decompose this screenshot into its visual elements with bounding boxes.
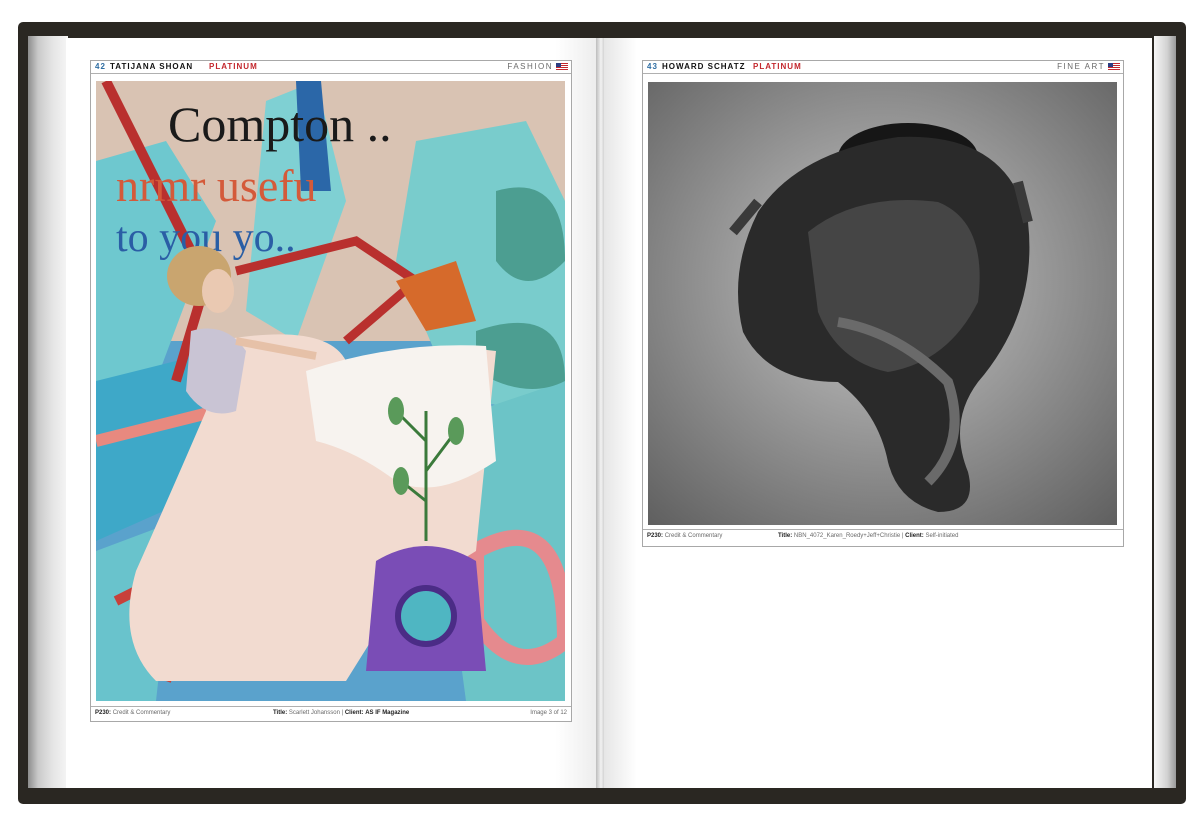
left-page: 42 TATIJANA SHOAN PLATINUM FASHION Compt… xyxy=(66,38,598,788)
image-count: Image 3 of 12 xyxy=(530,710,567,716)
left-page-header: 42 TATIJANA SHOAN PLATINUM FASHION xyxy=(91,61,571,74)
title-client: Title: NBN_4072_Karen_Roedy+Jeff+Christi… xyxy=(778,533,959,539)
credit-commentary: P230: Credit & Commentary xyxy=(95,710,171,716)
artist-name: TATIJANA SHOAN xyxy=(110,62,194,71)
artist-name: HOWARD SCHATZ xyxy=(662,62,746,71)
us-flag-icon xyxy=(556,63,568,70)
overlay-text-line2: nrmr usefu xyxy=(116,160,317,211)
page-number: 42 xyxy=(95,62,106,71)
us-flag-icon xyxy=(1108,63,1120,70)
collage-artwork-svg: Compton .. nrmr usefu to you yo.. xyxy=(96,81,565,701)
right-page-footer: P230: Credit & Commentary Title: NBN_407… xyxy=(643,529,1123,542)
award-tier: PLATINUM xyxy=(209,62,258,71)
category-label: FASHION xyxy=(507,62,553,71)
award-tier: PLATINUM xyxy=(753,62,802,71)
page-number: 43 xyxy=(647,62,658,71)
page-stack-right xyxy=(1154,36,1176,788)
right-page: 43 HOWARD SCHATZ PLATINUM FINE ART P230:… xyxy=(604,38,1152,788)
right-page-header: 43 HOWARD SCHATZ PLATINUM FINE ART xyxy=(643,61,1123,74)
credit-commentary: P230: Credit & Commentary xyxy=(647,533,723,539)
bw-figure-photo xyxy=(648,82,1117,525)
overlay-text-line1: Compton .. xyxy=(168,96,392,152)
left-image-frame: 42 TATIJANA SHOAN PLATINUM FASHION Compt… xyxy=(90,60,572,722)
title-client: Title: Scarlett Johansson | Client: AS I… xyxy=(273,710,410,716)
collage-artwork-image: Compton .. nrmr usefu to you yo.. xyxy=(96,81,565,701)
page-stack-left xyxy=(28,36,68,788)
left-page-footer: P230: Credit & Commentary Title: Scarlet… xyxy=(91,706,571,719)
category-label: FINE ART xyxy=(1057,62,1105,71)
right-image-frame: 43 HOWARD SCHATZ PLATINUM FINE ART P230:… xyxy=(642,60,1124,547)
bw-figure-svg xyxy=(648,82,1117,525)
